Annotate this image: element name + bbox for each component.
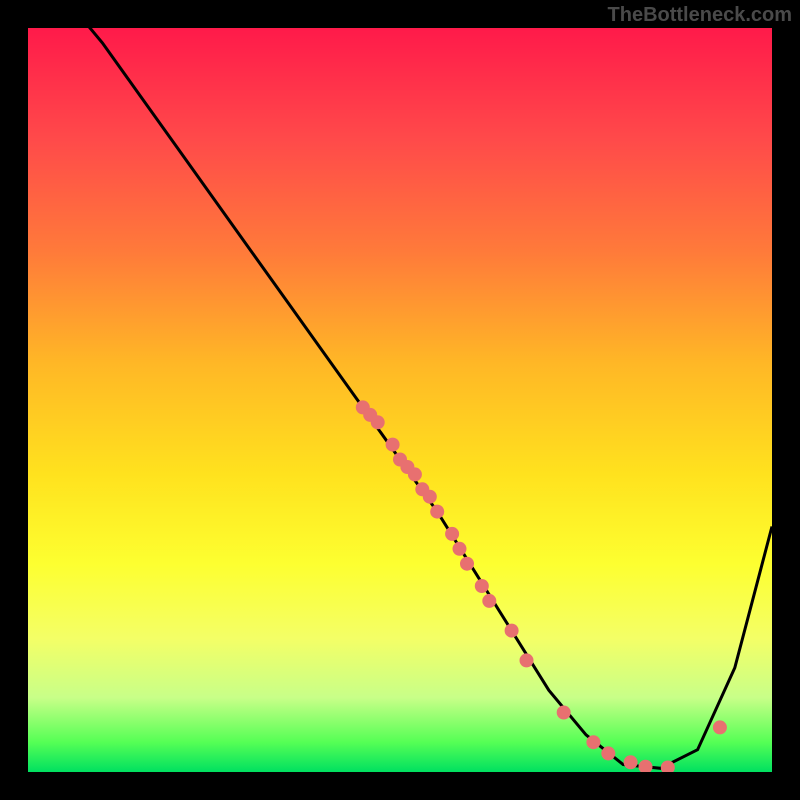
chart-markers bbox=[356, 400, 727, 772]
chart-plot-area bbox=[28, 28, 772, 772]
data-point bbox=[586, 735, 600, 749]
data-point bbox=[430, 505, 444, 519]
chart-svg bbox=[28, 28, 772, 772]
data-point bbox=[423, 490, 437, 504]
data-point bbox=[482, 594, 496, 608]
data-point bbox=[460, 557, 474, 571]
data-point bbox=[445, 527, 459, 541]
data-point bbox=[453, 542, 467, 556]
data-point bbox=[713, 720, 727, 734]
data-point bbox=[601, 746, 615, 760]
data-point bbox=[386, 438, 400, 452]
data-point bbox=[557, 706, 571, 720]
data-point bbox=[505, 624, 519, 638]
data-point bbox=[408, 467, 422, 481]
chart-curve bbox=[28, 28, 772, 768]
data-point bbox=[639, 760, 653, 772]
data-point bbox=[475, 579, 489, 593]
data-point bbox=[520, 653, 534, 667]
watermark-text: TheBottleneck.com bbox=[608, 4, 792, 27]
curve-line bbox=[28, 28, 772, 768]
data-point bbox=[371, 415, 385, 429]
data-point bbox=[624, 755, 638, 769]
